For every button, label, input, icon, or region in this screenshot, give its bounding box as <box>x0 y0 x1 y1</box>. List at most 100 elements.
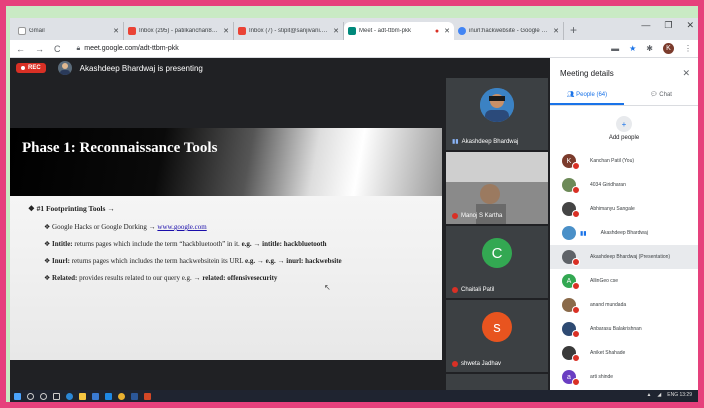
rec-label: REC <box>28 65 41 71</box>
participant-list-item[interactable]: Anbarasu Balakrishnan <box>550 317 698 341</box>
mail-icon[interactable] <box>105 392 112 400</box>
participant-name-label: shweta Jadhav <box>452 361 501 367</box>
meet-stage: REC Akashdeep Bhardwaj is presenting Pha… <box>10 58 550 390</box>
participant-avatar: C <box>482 238 512 268</box>
add-people-button[interactable]: + Add people <box>550 116 698 141</box>
bullet-example: e.g. → e.g. → inurl: hackwebsite <box>245 257 342 265</box>
participant-list-item[interactable]: a arti shinde <box>550 365 698 389</box>
participant-list-item[interactable]: Abhimanyu Sangale <box>550 197 698 221</box>
slide-heading: ❖ #1 Footprinting Tools → <box>28 204 115 213</box>
participant-list-item[interactable]: K Kanchan Patil (You) <box>550 149 698 173</box>
participant-list-item[interactable]: 4034 Giridharan <box>550 173 698 197</box>
mic-off-icon <box>572 210 580 218</box>
window-controls: — ❐ ✕ <box>641 20 694 31</box>
google-favicon-icon <box>458 27 466 35</box>
tab-close-icon[interactable]: ✕ <box>333 27 339 35</box>
close-panel-icon[interactable]: ✕ <box>682 68 690 79</box>
browser-tab[interactable]: Inbox (295) - patilkanchan8@... ✕ <box>124 22 234 40</box>
participant-avatar: a <box>562 370 580 386</box>
mic-off-icon <box>452 361 458 367</box>
minimize-icon[interactable]: — <box>641 20 650 31</box>
add-person-icon: + <box>616 116 632 132</box>
network-icon[interactable]: ▲ <box>646 392 651 398</box>
cortana-icon[interactable] <box>40 392 47 400</box>
reload-icon[interactable]: C <box>54 44 61 54</box>
store-icon[interactable] <box>92 392 99 400</box>
slide-bullet: ❖ Intitle: returns pages which include t… <box>44 240 327 248</box>
tab-close-icon[interactable]: ✕ <box>223 27 229 35</box>
browser-menu-icon[interactable]: ⋮ <box>684 44 692 53</box>
browser-tab[interactable]: Inbox (7) - stipit@sanjivani.org.in ✕ <box>234 22 344 40</box>
mic-off-icon <box>572 306 580 314</box>
url-field[interactable]: meet.google.com/adt-ttbm-pkk <box>84 45 179 52</box>
mic-off-icon <box>572 282 580 290</box>
participant-list-item[interactable]: Akashdeep Bhardwaj (Presentation) <box>550 245 698 269</box>
participant-tile[interactable]: ▮▮ Akashdeep Bhardwaj <box>446 78 548 150</box>
panel-tabs: 👥︎ People (64) 💬︎ Chat <box>550 91 698 106</box>
chat-icon: 💬︎ <box>650 92 658 98</box>
back-icon[interactable]: ← <box>16 44 25 54</box>
browser-tab-active[interactable]: Meet - adt-ttbm-pkk ● ✕ <box>344 22 454 40</box>
windows-start-icon[interactable] <box>14 392 21 400</box>
recording-dot-icon: ● <box>434 27 440 35</box>
record-dot-icon <box>21 66 25 70</box>
camera-icon[interactable]: ▬ <box>611 44 619 53</box>
new-tab-icon[interactable]: + <box>570 22 577 40</box>
mic-off-icon <box>572 330 580 338</box>
bullet-text: provides results related to our query e.… <box>77 274 203 282</box>
powerpoint-icon[interactable] <box>144 392 151 400</box>
windows-taskbar: ▲ ◢ ENG 13:29 <box>10 390 698 402</box>
recording-badge: REC <box>16 63 46 73</box>
bookmark-star-icon[interactable]: ★ <box>629 44 636 53</box>
window-close-icon[interactable]: ✕ <box>686 20 694 31</box>
participant-list-item[interactable]: A AllinGeo cse <box>550 269 698 293</box>
slide-body: ❖ #1 Footprinting Tools → ❖ Google Hacks… <box>28 204 342 291</box>
search-icon[interactable] <box>27 392 34 400</box>
meet-top-bar: REC Akashdeep Bhardwaj is presenting <box>10 58 550 78</box>
forward-icon[interactable]: → <box>35 44 44 54</box>
participant-name: Kanchan Patil (You) <box>590 158 635 164</box>
slide-bullet: ❖ Google Hacks or Google Dorking → www.g… <box>44 223 207 231</box>
participant-avatar <box>562 202 580 218</box>
tray-clock[interactable]: ENG 13:29 <box>667 392 692 398</box>
tab-close-icon[interactable]: ✕ <box>553 27 559 35</box>
slide-banner <box>10 128 442 196</box>
bullet-text: returns pages which include the term “ha… <box>72 240 242 248</box>
edge-icon[interactable] <box>66 392 73 400</box>
volume-icon[interactable]: ◢ <box>657 392 661 398</box>
tab-chat[interactable]: 💬︎ Chat <box>624 91 698 105</box>
tab-label: Inbox (7) - stipit@sanjivani.org.in <box>249 28 331 34</box>
profile-avatar[interactable]: K <box>663 43 674 54</box>
address-bar: ← → C 🔒︎ meet.google.com/adt-ttbm-pkk ▬ … <box>10 40 698 58</box>
browser-tab[interactable]: Gmail ✕ <box>14 22 124 40</box>
presenter-avatar <box>57 61 72 75</box>
lock-icon: 🔒︎ <box>76 44 81 52</box>
maximize-icon[interactable]: ❐ <box>664 20 672 31</box>
file-explorer-icon[interactable] <box>79 392 86 400</box>
tab-close-icon[interactable]: ✕ <box>113 27 119 35</box>
participant-list-item[interactable]: ▮▮ Akashdeep Bhardwaj <box>550 221 698 245</box>
participant-avatar: s <box>482 312 512 342</box>
tab-label: Gmail <box>29 28 45 34</box>
participant-tile[interactable]: Manoj S Kartha <box>446 152 548 224</box>
panel-header: Meeting details ✕ <box>550 58 698 79</box>
tab-people[interactable]: 👥︎ People (64) <box>550 91 624 105</box>
participant-name: Manoj S Kartha <box>461 213 503 219</box>
speaking-indicator-icon: ▮▮ <box>452 139 459 145</box>
task-view-icon[interactable] <box>53 392 60 400</box>
bullet-example: related: offensivesecurity <box>202 274 278 282</box>
participant-tile[interactable]: C Chaitali Patil <box>446 226 548 298</box>
extension-icon[interactable]: ✱ <box>646 44 653 53</box>
participant-tile[interactable] <box>446 374 548 390</box>
participant-tile[interactable]: s shweta Jadhav <box>446 300 548 372</box>
browser-tab[interactable]: inurl:hackwebsite - Google Sear... ✕ <box>454 22 564 40</box>
word-icon[interactable] <box>131 392 138 400</box>
participant-list-item[interactable]: Aniket Shahade <box>550 341 698 365</box>
mic-off-icon <box>572 354 580 362</box>
screenshot-frame: Gmail ✕ Inbox (295) - patilkanchan8@... ✕ … <box>6 6 698 402</box>
tab-close-icon[interactable]: ✕ <box>444 27 450 35</box>
bullet-keyword: Related: <box>52 274 78 282</box>
google-link[interactable]: www.google.com <box>157 223 206 231</box>
participant-list-item[interactable]: anand mundada <box>550 293 698 317</box>
chrome-icon[interactable] <box>118 392 125 400</box>
